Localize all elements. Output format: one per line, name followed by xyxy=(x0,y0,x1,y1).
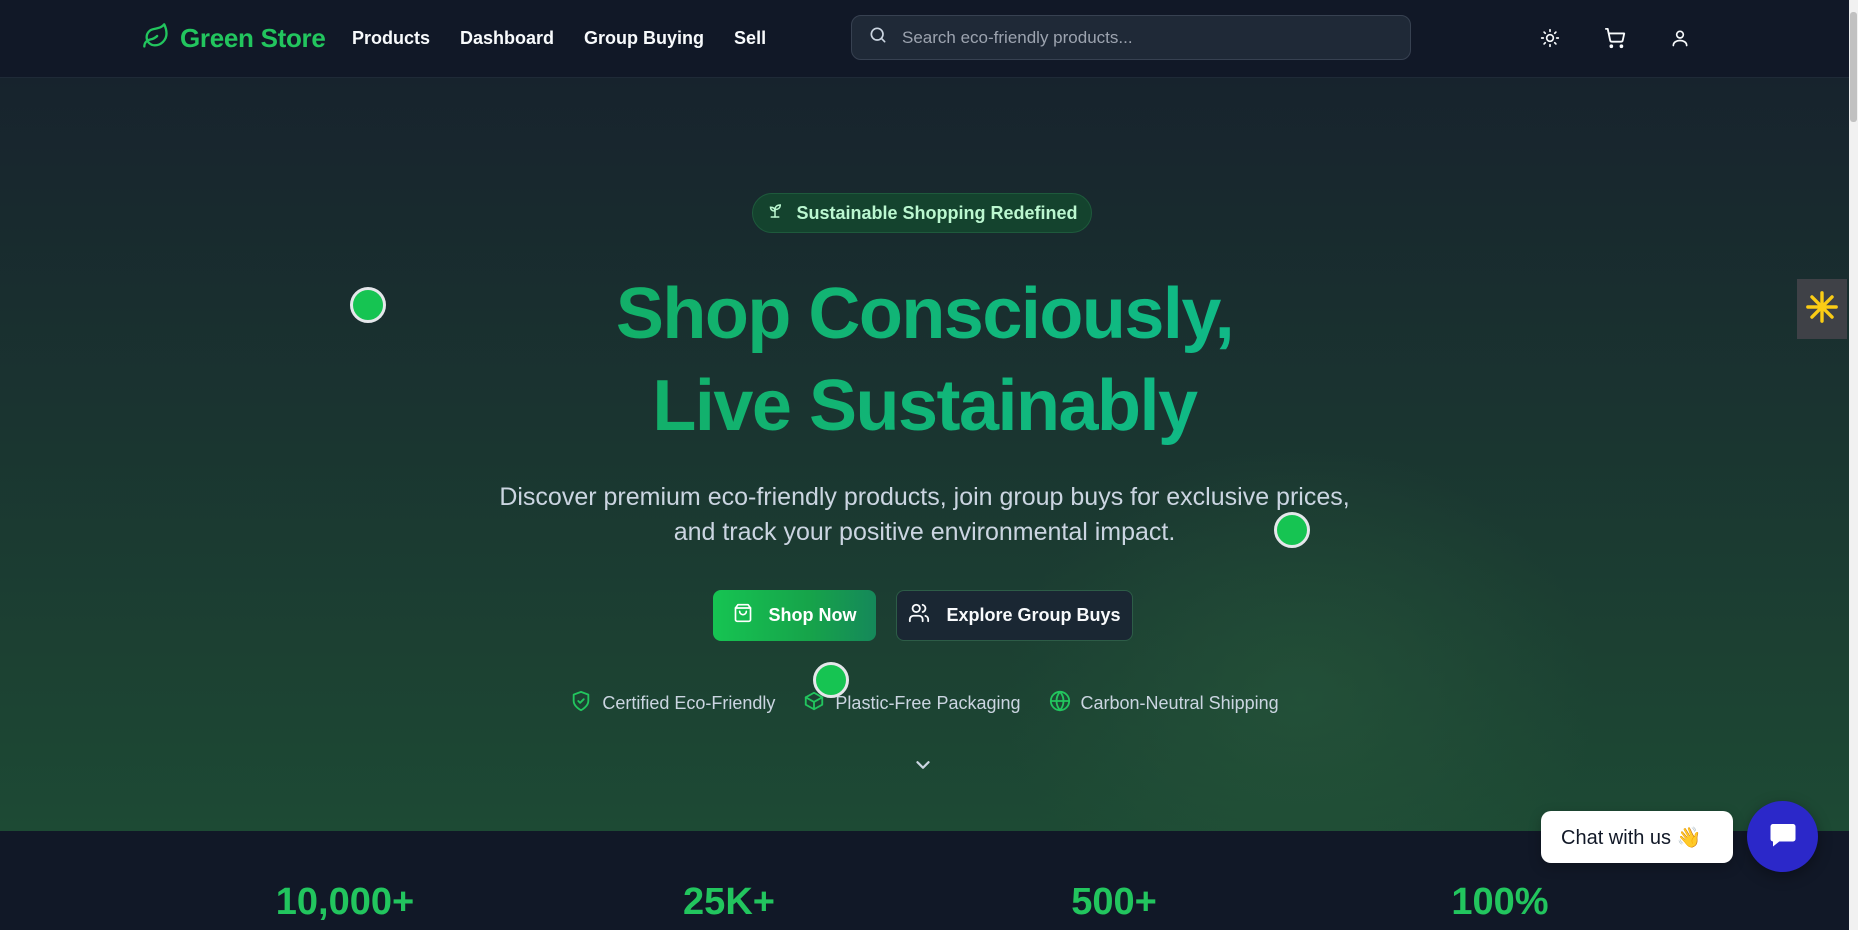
feature-list: Certified Eco-Friendly Plastic-Free Pack… xyxy=(0,690,1849,717)
shop-now-button[interactable]: Shop Now xyxy=(713,590,876,641)
shop-now-label: Shop Now xyxy=(768,605,857,625)
hero-section: Sustainable Shopping Redefined Shop Cons… xyxy=(0,78,1849,831)
side-widget[interactable] xyxy=(1797,279,1847,339)
sun-icon[interactable] xyxy=(1538,26,1562,50)
leaf-icon xyxy=(142,22,170,55)
nav-link-products[interactable]: Products xyxy=(352,28,430,49)
globe-icon xyxy=(1049,690,1071,717)
main-nav: Products Dashboard Group Buying Sell xyxy=(352,28,766,49)
message-icon xyxy=(1768,819,1798,854)
stat-value: 500+ xyxy=(1071,881,1157,923)
asterisk-icon xyxy=(1805,290,1839,329)
hero-subtitle: Discover premium eco-friendly products, … xyxy=(0,480,1849,550)
sprout-icon xyxy=(766,202,784,225)
search-bar xyxy=(851,15,1411,60)
subtitle-line-1: Discover premium eco-friendly products, … xyxy=(499,483,1350,511)
scrollbar-thumb[interactable] xyxy=(1850,12,1857,122)
chat-button[interactable] xyxy=(1747,801,1818,872)
nav-link-dashboard[interactable]: Dashboard xyxy=(460,28,554,49)
headline-line-2: Live Sustainably xyxy=(0,360,1849,452)
shopping-bag-icon xyxy=(733,603,753,628)
nav-link-sell[interactable]: Sell xyxy=(734,28,766,49)
brand-name: Green Store xyxy=(180,23,326,53)
floating-dot xyxy=(813,662,849,698)
stat-value: 100% xyxy=(1451,881,1549,923)
explore-group-buys-label: Explore Group Buys xyxy=(946,605,1121,625)
page-scrollbar[interactable] xyxy=(1849,0,1858,930)
hero-badge-text: Sustainable Shopping Redefined xyxy=(796,202,1078,223)
top-navbar: Green Store Products Dashboard Group Buy… xyxy=(0,0,1849,78)
feature-label: Plastic-Free Packaging xyxy=(835,693,1021,713)
users-icon xyxy=(908,602,930,629)
feature-label: Carbon-Neutral Shipping xyxy=(1080,693,1279,713)
headline-line-1: Shop Consciously, xyxy=(0,268,1849,360)
user-icon[interactable] xyxy=(1668,26,1692,50)
hero-badge: Sustainable Shopping Redefined xyxy=(752,193,1092,233)
explore-group-buys-button[interactable]: Explore Group Buys xyxy=(896,590,1133,641)
feature-item: Certified Eco-Friendly xyxy=(570,690,775,717)
brand-logo[interactable]: Green Store xyxy=(142,22,326,55)
floating-dot xyxy=(350,287,386,323)
nav-link-group-buying[interactable]: Group Buying xyxy=(584,28,704,49)
search-input[interactable] xyxy=(902,27,1382,48)
cart-icon[interactable] xyxy=(1603,26,1627,50)
chat-prompt[interactable]: Chat with us 👋 xyxy=(1541,811,1733,863)
subtitle-line-2: and track your positive environmental im… xyxy=(673,518,1176,546)
stat-value: 25K+ xyxy=(683,881,775,923)
feature-label: Certified Eco-Friendly xyxy=(602,693,776,713)
floating-dot xyxy=(1274,512,1310,548)
hero-headline: Shop Consciously, Live Sustainably xyxy=(0,268,1849,452)
search-icon xyxy=(868,25,888,50)
feature-item: Carbon-Neutral Shipping xyxy=(1049,690,1279,717)
stat-value: 10,000+ xyxy=(275,881,415,923)
shield-check-icon xyxy=(570,690,592,717)
chevron-down-icon[interactable] xyxy=(912,754,934,781)
